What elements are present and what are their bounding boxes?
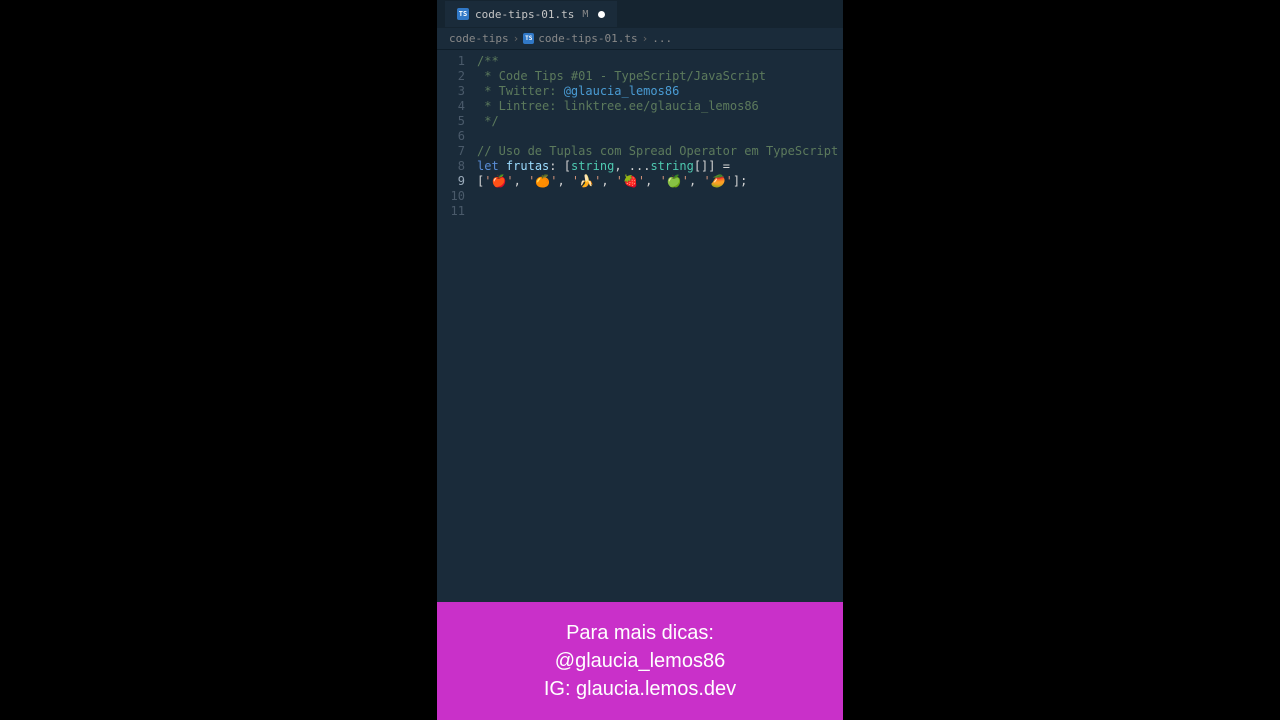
code-content[interactable]: /** * Code Tips #01 - TypeScript/JavaScr… [477, 54, 843, 602]
line-numbers: 1 2 3 4 5 6 7 8 9 10 11 [437, 54, 477, 602]
footer-line1: Para mais dicas: [566, 619, 714, 647]
footer-banner: Para mais dicas: @glaucia_lemos86 IG: gl… [437, 602, 843, 720]
chevron-right-icon: › [513, 32, 520, 45]
code-editor[interactable]: 1 2 3 4 5 6 7 8 9 10 11 /** * Code Tips … [437, 50, 843, 602]
editor-area: TS code-tips-01.ts M code-tips › TS code… [437, 0, 843, 602]
breadcrumb-folder: code-tips [449, 32, 509, 45]
breadcrumb-file: code-tips-01.ts [538, 32, 637, 45]
footer-line2: @glaucia_lemos86 [555, 647, 725, 675]
breadcrumb[interactable]: code-tips › TS code-tips-01.ts › ... [437, 28, 843, 50]
breadcrumb-more: ... [652, 32, 672, 45]
typescript-icon: TS [523, 33, 534, 44]
tab-modified-indicator: M [582, 9, 588, 20]
chevron-right-icon: › [642, 32, 649, 45]
typescript-icon: TS [457, 8, 469, 20]
tab-unsaved-dot [598, 11, 605, 18]
file-tab[interactable]: TS code-tips-01.ts M [445, 1, 617, 27]
footer-line3: IG: glaucia.lemos.dev [544, 675, 736, 703]
tab-bar: TS code-tips-01.ts M [437, 0, 843, 28]
tab-filename: code-tips-01.ts [475, 8, 574, 21]
